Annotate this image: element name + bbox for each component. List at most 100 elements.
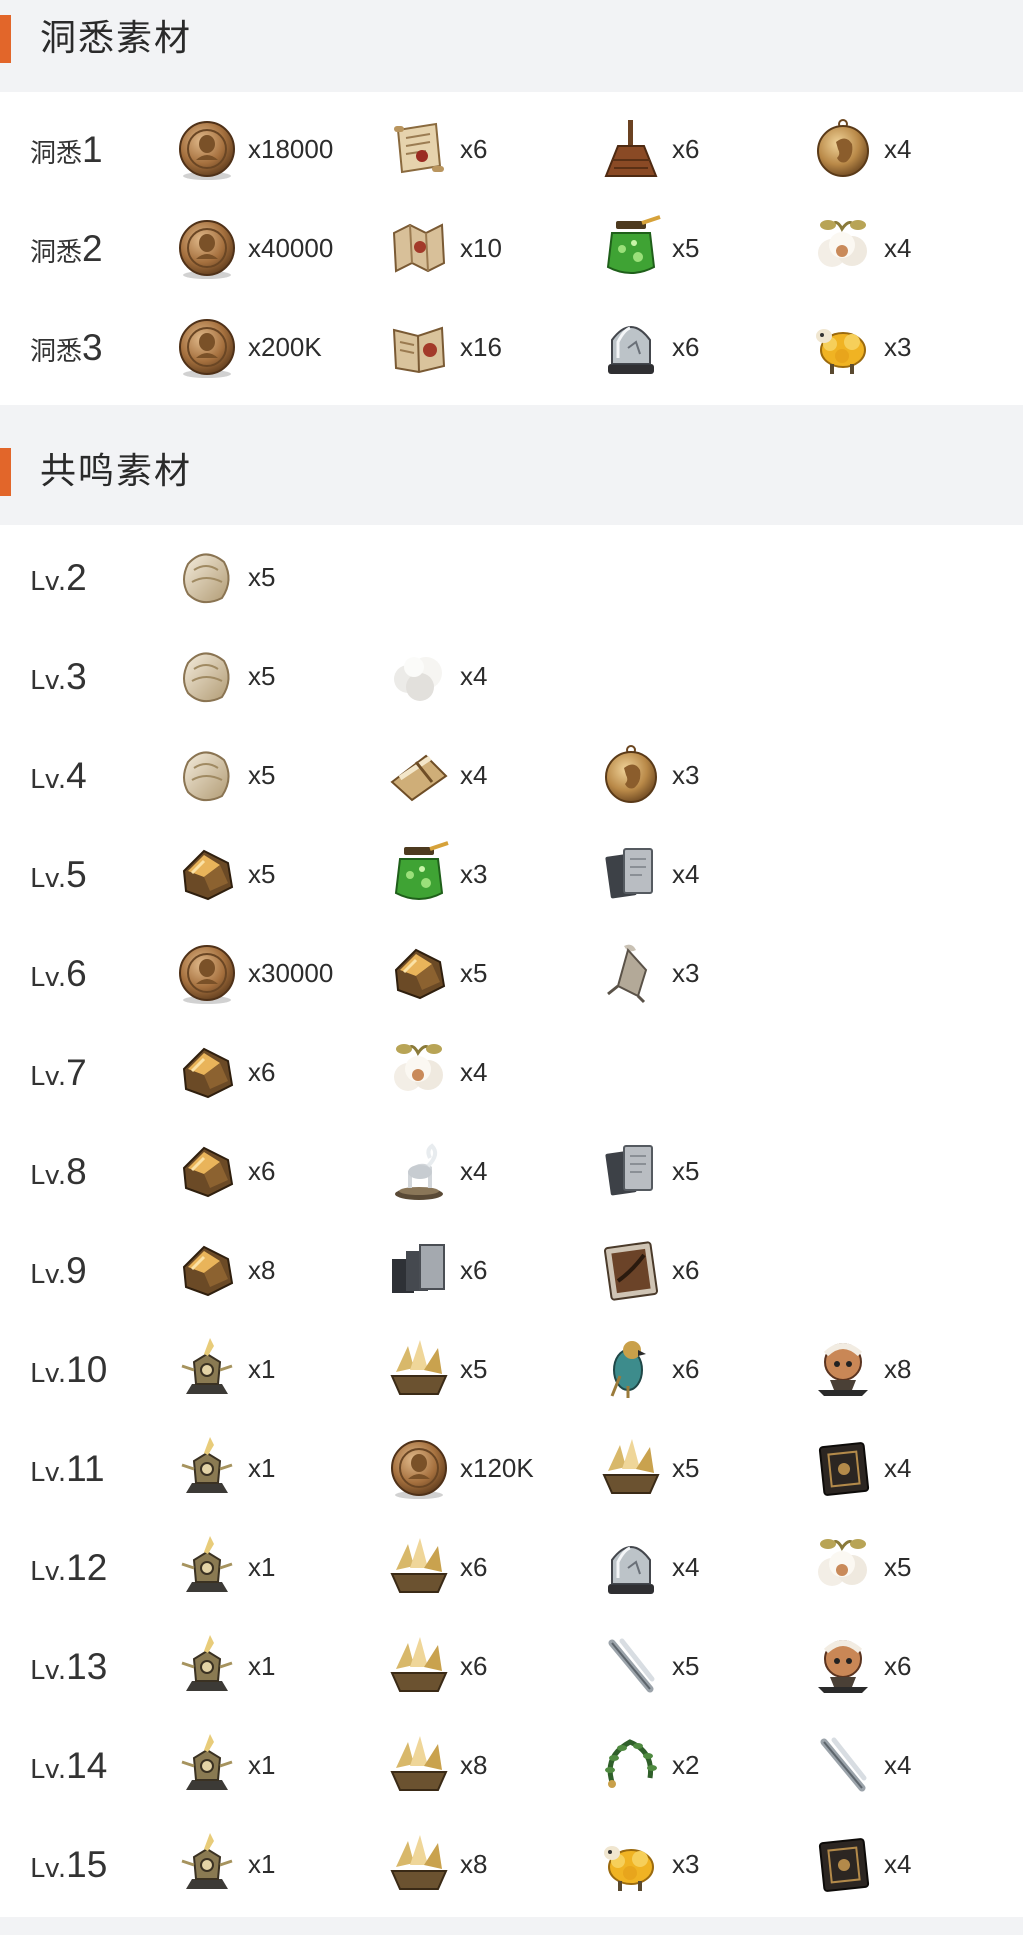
material-quantity: x30000 <box>248 958 334 988</box>
ram-statue-icon <box>386 1138 452 1204</box>
material-quantity: x4 <box>884 1849 912 1879</box>
materials-table: 洞悉1 x18000 x6 x6 x4 洞悉2 x40000 x10 x5 x4 洞… <box>0 92 1023 405</box>
bronze-coin-icon <box>174 116 240 182</box>
material-quantity: x120K <box>460 1453 534 1483</box>
level-prefix: Lv. <box>30 1260 67 1290</box>
table-row: 洞悉2 x40000 x10 x5 x4 <box>0 199 1023 298</box>
table-row: Lv.9 x8 x6 x6 <box>0 1221 1023 1320</box>
level-number: 1 <box>82 129 103 170</box>
row-level-label: Lv.11 <box>30 1419 105 1518</box>
table-row: Lv.5 x5 x3 x4 <box>0 825 1023 924</box>
row-level-label: Lv.9 <box>30 1221 87 1320</box>
material-quantity: x6 <box>672 1354 700 1384</box>
scroll-icon <box>386 116 452 182</box>
level-prefix: Lv. <box>30 765 67 795</box>
section-accent-bar <box>0 448 11 496</box>
material-quantity: x3 <box>460 859 488 889</box>
table-row: 洞悉3 x200K x16 x6 x3 <box>0 298 1023 397</box>
level-number: 10 <box>66 1349 108 1390</box>
golden-crystal-icon <box>386 1534 452 1600</box>
row-level-label: Lv.7 <box>30 1023 87 1122</box>
material-quantity: x5 <box>672 1453 700 1483</box>
level-prefix: Lv. <box>30 1755 67 1785</box>
material-quantity: x5 <box>460 958 488 988</box>
row-level-label: Lv.13 <box>30 1617 107 1716</box>
golden-crystal-icon <box>386 1831 452 1897</box>
material-quantity: x4 <box>460 1156 488 1186</box>
level-prefix: Lv. <box>30 864 67 894</box>
level-number: 15 <box>66 1844 108 1885</box>
material-quantity: x3 <box>672 1849 700 1879</box>
metal-plates-icon <box>598 1138 664 1204</box>
material-quantity: x6 <box>672 134 700 164</box>
material-quantity: x5 <box>460 1354 488 1384</box>
material-quantity: x10 <box>460 233 502 263</box>
cotton-plant-icon <box>386 1039 452 1105</box>
level-prefix: Lv. <box>30 1359 67 1389</box>
material-quantity: x6 <box>460 1651 488 1681</box>
table-row: Lv.2 x5 <box>0 528 1023 627</box>
material-quantity: x8 <box>248 1255 276 1285</box>
folded-map-icon <box>386 215 452 281</box>
green-jar-icon <box>598 215 664 281</box>
green-jar-icon <box>386 841 452 907</box>
table-row: Lv.3 x5 x4 <box>0 627 1023 726</box>
material-quantity: x5 <box>248 562 276 592</box>
bone-charm-icon <box>598 940 664 1006</box>
material-quantity: x1 <box>248 1453 276 1483</box>
glass-dome-icon <box>598 314 664 380</box>
material-quantity: x3 <box>884 332 912 362</box>
level-prefix: Lv. <box>30 1458 67 1488</box>
level-prefix: Lv. <box>30 1656 67 1686</box>
level-number: 13 <box>66 1646 108 1687</box>
amber-ore-icon <box>174 1237 240 1303</box>
ornate-trophy-icon <box>174 1831 240 1897</box>
iron-blocks-icon <box>386 1237 452 1303</box>
material-quantity: x1 <box>248 1552 276 1582</box>
table-row: Lv.14 x1 x8 x2 x4 <box>0 1716 1023 1815</box>
amber-ore-icon <box>174 1039 240 1105</box>
material-quantity: x4 <box>460 661 488 691</box>
falcon-icon <box>598 1336 664 1402</box>
material-quantity: x3 <box>672 760 700 790</box>
row-level-label: 洞悉2 <box>30 199 103 298</box>
ornate-trophy-icon <box>174 1534 240 1600</box>
level-prefix: Lv. <box>30 1557 67 1587</box>
material-quantity: x6 <box>460 1255 488 1285</box>
materials-table: Lv.2 x5 Lv.3 x5 x4 Lv.4 x5 x4 x3 Lv.5 x5 x3 … <box>0 525 1023 1917</box>
level-number: 14 <box>66 1745 108 1786</box>
crossed-blades-icon <box>598 1633 664 1699</box>
material-quantity: x6 <box>460 1552 488 1582</box>
section-header: 共鸣素材 <box>0 433 1023 525</box>
material-quantity: x6 <box>248 1057 276 1087</box>
ornate-trophy-icon <box>174 1732 240 1798</box>
material-quantity: x5 <box>248 661 276 691</box>
feather-card-icon <box>598 1237 664 1303</box>
golden-crystal-icon <box>386 1732 452 1798</box>
material-quantity: x6 <box>672 332 700 362</box>
glass-dome-icon <box>598 1534 664 1600</box>
level-prefix: Lv. <box>30 1062 67 1092</box>
row-level-label: Lv.5 <box>30 825 87 924</box>
material-quantity: x1 <box>248 1651 276 1681</box>
table-row: Lv.8 x6 x4 x5 <box>0 1122 1023 1221</box>
section-header: 洞悉素材 <box>0 0 1023 92</box>
level-number: 8 <box>66 1151 87 1192</box>
level-prefix: Lv. <box>30 1854 67 1884</box>
pale-stone-icon <box>174 643 240 709</box>
row-level-label: Lv.3 <box>30 627 87 726</box>
level-number: 2 <box>82 228 103 269</box>
level-number: 6 <box>66 953 87 994</box>
amber-ore-icon <box>386 940 452 1006</box>
broom-icon <box>598 116 664 182</box>
cotton-plant-icon <box>810 1534 876 1600</box>
golden-crystal-icon <box>598 1435 664 1501</box>
level-number: 3 <box>66 656 87 697</box>
material-quantity: x8 <box>460 1849 488 1879</box>
level-number: 4 <box>66 755 87 796</box>
bronze-coin-icon <box>174 314 240 380</box>
table-row: 洞悉1 x18000 x6 x6 x4 <box>0 100 1023 199</box>
material-quantity: x5 <box>672 233 700 263</box>
table-row: Lv.6 x30000 x5 x3 <box>0 924 1023 1023</box>
row-level-label: Lv.6 <box>30 924 87 1023</box>
